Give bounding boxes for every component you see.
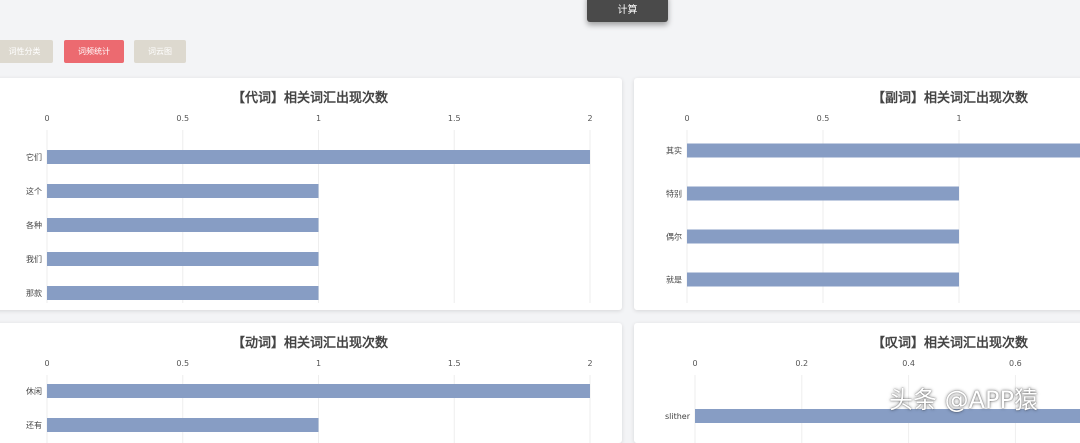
tab-pos-classification[interactable]: 词性分类 [0, 40, 53, 63]
chart-panel-adverb: 【副词】相关词汇出现次数 0 0.5 1 其实特别偶尔就是 [634, 78, 1080, 310]
bar [47, 286, 319, 300]
y-category-label: 它们 [26, 152, 42, 162]
y-category-label: 特别 [666, 189, 682, 199]
y-category-label: 偶尔 [666, 232, 682, 242]
tab-word-cloud[interactable]: 词云图 [134, 40, 186, 63]
x-tick-label: 1.5 [448, 114, 461, 123]
bar [687, 229, 959, 244]
chart-title: 【代词】相关词汇出现次数 [232, 90, 389, 106]
tab-word-frequency[interactable]: 词频统计 [64, 40, 124, 63]
y-category-label: 我们 [26, 254, 42, 264]
chart-title: 【副词】相关词汇出现次数 [872, 90, 1029, 106]
bar [687, 143, 1080, 158]
y-category-label: slither [665, 412, 691, 421]
x-tick-label: 0 [44, 114, 49, 123]
x-tick-label: 2 [587, 114, 592, 123]
bar [47, 384, 590, 398]
watermark-text: 头条 @APP猿 [889, 386, 1038, 414]
x-tick-label: 1 [956, 114, 961, 123]
y-category-label: 各种 [26, 220, 42, 230]
x-tick-label: 0.6 [1009, 359, 1022, 368]
calculate-button[interactable]: 计算 [587, 0, 668, 22]
verb-chart: 【动词】相关词汇出现次数 0 0.5 1 1.5 2 休闲还有 [26, 335, 593, 443]
chart-title: 【叹词】相关词汇出现次数 [872, 335, 1029, 351]
y-category-label: 休闲 [26, 386, 42, 396]
bar [47, 150, 590, 164]
x-tick-label: 1.5 [448, 359, 461, 368]
y-category-label: 其实 [666, 146, 682, 156]
x-tick-label: 0.2 [795, 359, 808, 368]
chart-title: 【动词】相关词汇出现次数 [232, 335, 389, 351]
bar [47, 218, 319, 232]
x-tick-label: 0 [44, 359, 49, 368]
bar [47, 252, 319, 266]
x-tick-label: 0 [692, 359, 697, 368]
x-tick-label: 1 [316, 114, 321, 123]
x-tick-label: 0.5 [817, 114, 830, 123]
adverb-chart: 【副词】相关词汇出现次数 0 0.5 1 其实特别偶尔就是 [666, 90, 1080, 303]
y-category-label: 还有 [26, 420, 42, 430]
bar [687, 272, 959, 287]
bar [687, 186, 959, 201]
chart-panel-pronoun: 【代词】相关词汇出现次数 0 0.5 1 1.5 2 它们这个各种我们那款 [0, 78, 622, 310]
chart-panel-verb: 【动词】相关词汇出现次数 0 0.5 1 1.5 2 休闲还有 [0, 323, 622, 443]
x-tick-label: 0.5 [176, 114, 189, 123]
y-category-label: 那款 [26, 288, 42, 298]
bar [47, 418, 319, 432]
bar [47, 184, 319, 198]
x-tick-label: 0.5 [176, 359, 189, 368]
x-tick-label: 0 [684, 114, 689, 123]
pronoun-chart: 【代词】相关词汇出现次数 0 0.5 1 1.5 2 它们这个各种我们那款 [26, 90, 593, 303]
y-category-label: 这个 [26, 186, 42, 196]
x-tick-label: 2 [587, 359, 592, 368]
y-category-label: 就是 [666, 275, 682, 285]
x-tick-label: 0.4 [902, 359, 915, 368]
x-tick-label: 1 [316, 359, 321, 368]
